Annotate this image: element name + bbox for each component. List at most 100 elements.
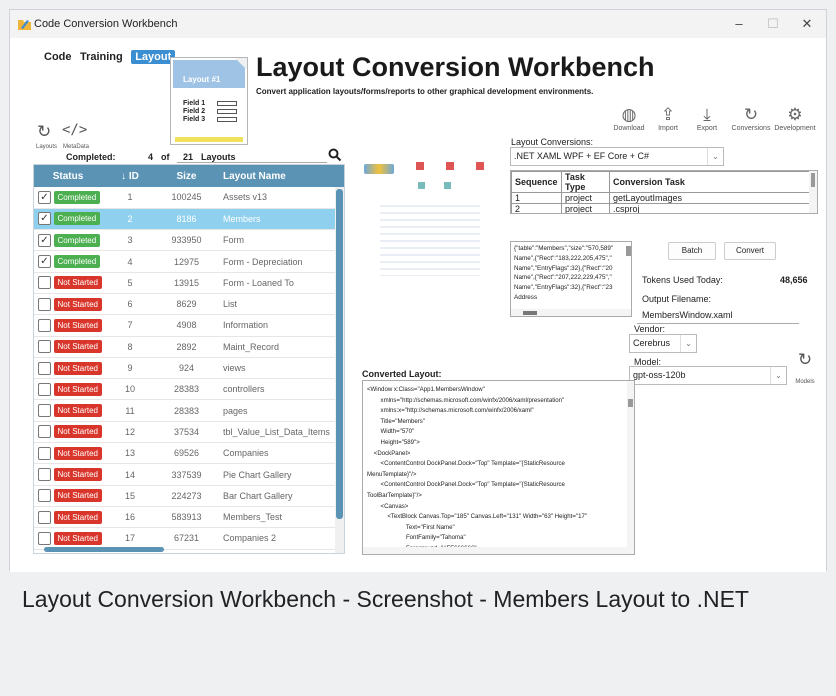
menu-layout[interactable]: Layout	[131, 50, 176, 64]
row-name: Form - Loaned To	[214, 272, 344, 294]
layout-search-box[interactable]: 21 Layouts	[177, 150, 327, 163]
output-filename-input[interactable]: MembersWindow.xaml	[637, 308, 799, 324]
row-checkbox[interactable]	[38, 510, 51, 524]
table-row[interactable]: Not Started 5 13915 Form - Loaned To	[34, 272, 344, 294]
row-checkbox[interactable]	[38, 446, 51, 460]
export-button[interactable]: ⤓ Export	[687, 105, 727, 132]
row-size: 924	[157, 357, 215, 380]
row-size: 2892	[157, 336, 215, 358]
page-caption: Layout Conversion Workbench - Screenshot…	[22, 586, 749, 612]
layouts-refresh-icon[interactable]: ↻	[37, 122, 51, 142]
table-row[interactable]: ✓ Completed 1 100245 Assets v13	[34, 187, 344, 209]
import-button[interactable]: ⇪ Import	[648, 105, 688, 132]
status-badge: Not Started	[53, 531, 102, 545]
minimize-button[interactable]: –	[722, 14, 756, 34]
table-row[interactable]: Not Started 12 37534 tbl_Value_List_Data_It…	[34, 421, 344, 444]
code-tags-icon[interactable]: </>	[62, 122, 87, 138]
maximize-button[interactable]: ☐	[756, 14, 790, 34]
row-checkbox[interactable]	[38, 361, 51, 375]
table-row[interactable]: Not Started 10 28383 controllers	[34, 378, 344, 401]
tasks-vscroll[interactable]	[809, 171, 817, 213]
table-row[interactable]: Not Started 15 224273 Bar Chart Gallery	[34, 485, 344, 507]
preview-title: Layout #1	[183, 75, 221, 84]
row-checkbox[interactable]	[38, 340, 51, 354]
row-checkbox[interactable]	[38, 489, 51, 503]
grid-vscroll[interactable]	[335, 187, 344, 553]
row-checkbox[interactable]	[38, 553, 51, 554]
row-checkbox[interactable]	[38, 382, 51, 396]
row-name: Assets v13	[214, 187, 344, 209]
row-checkbox[interactable]: ✓	[38, 255, 51, 269]
row-checkbox[interactable]: ✓	[38, 233, 51, 247]
col-name[interactable]: Layout Name	[214, 165, 344, 187]
gears-icon: ⚙	[787, 105, 803, 124]
table-row[interactable]: Not Started 13 69526 Companies	[34, 442, 344, 465]
row-size: 583913	[157, 506, 215, 529]
download-button[interactable]: ◍ Download	[609, 105, 649, 132]
task-row[interactable]: 1 project getLayoutImages	[511, 192, 817, 204]
status-badge: Not Started	[53, 382, 102, 396]
model-select[interactable]: gpt-oss-120b ⌄	[629, 366, 787, 385]
menu-code[interactable]: Code	[44, 51, 72, 63]
task-row[interactable]: 2 project .csproj	[511, 203, 817, 213]
row-checkbox[interactable]: ✓	[38, 212, 51, 226]
status-badge: Not Started	[53, 425, 102, 439]
conversion-select[interactable]: .NET XAML WPF + EF Core + C# ⌄	[510, 147, 724, 166]
table-row[interactable]: Not Started 16 583913 Members_Test	[34, 506, 344, 529]
row-size: 37534	[157, 421, 215, 444]
table-row[interactable]: ✓ Completed 4 12975 Form - Depreciation	[34, 250, 344, 273]
row-checkbox[interactable]	[38, 318, 51, 332]
row-id: 8	[101, 336, 158, 358]
task-name: .csproj	[609, 203, 817, 213]
col-status[interactable]: Status	[34, 165, 102, 187]
convert-button[interactable]: Convert	[724, 242, 776, 260]
vendor-select[interactable]: Cerebrus ⌄	[629, 334, 697, 353]
close-button[interactable]: ✕	[790, 14, 824, 34]
grid-hscroll-thumb[interactable]	[44, 547, 164, 552]
converted-code-view[interactable]: <Window x:Class="App1.MembersWindow" xml…	[362, 380, 635, 555]
status-badge: Not Started	[53, 340, 102, 354]
json-hscroll[interactable]	[511, 309, 631, 316]
row-id: 9	[101, 357, 158, 380]
row-size: 67231	[157, 527, 215, 550]
row-checkbox[interactable]	[38, 276, 51, 290]
table-row[interactable]: ✓ Completed 3 933950 Form	[34, 229, 344, 252]
table-row[interactable]: ✓ Completed 2 8186 Members	[34, 208, 344, 231]
row-checkbox[interactable]	[38, 297, 51, 311]
row-checkbox[interactable]	[38, 404, 51, 418]
status-badge: Not Started	[53, 468, 102, 481]
code-hscroll[interactable]	[363, 547, 634, 554]
json-vscroll-thumb[interactable]	[626, 246, 631, 256]
col-id[interactable]: ↓ ID	[101, 165, 158, 187]
row-checkbox[interactable]: ✓	[38, 190, 51, 204]
table-row[interactable]: Not Started 7 4908 Information	[34, 314, 344, 337]
row-size: 12975	[157, 250, 215, 273]
menu-training[interactable]: Training	[80, 51, 123, 63]
table-row[interactable]: Not Started 8 2892 Maint_Record	[34, 336, 344, 358]
table-row[interactable]: Not Started 14 337539 Pie Chart Gallery	[34, 463, 344, 486]
grid-vscroll-thumb[interactable]	[336, 189, 343, 519]
development-button[interactable]: ⚙ Development	[770, 105, 820, 132]
status-badge: Completed	[53, 190, 101, 204]
models-refresh-button[interactable]: ↻ Models	[790, 350, 820, 388]
row-checkbox[interactable]	[38, 468, 51, 481]
col-size[interactable]: Size	[157, 165, 215, 187]
status-badge: Not Started	[53, 404, 102, 418]
row-checkbox[interactable]	[38, 425, 51, 439]
table-row[interactable]: Not Started 9 924 views	[34, 357, 344, 380]
row-name: tbl_Value_List_Data_Items	[214, 421, 344, 444]
code-vscroll[interactable]	[627, 381, 634, 547]
of-label: of	[161, 152, 170, 162]
search-icon[interactable]	[328, 148, 342, 162]
batch-button[interactable]: Batch	[668, 242, 716, 260]
table-row[interactable]: Not Started 11 28383 pages	[34, 399, 344, 422]
layouts-word: Layouts	[201, 152, 236, 162]
row-id: 11	[101, 399, 158, 422]
row-size: 28383	[157, 399, 215, 422]
row-checkbox[interactable]	[38, 531, 51, 545]
table-row[interactable]: Not Started 17 67231 Companies 2	[34, 527, 344, 550]
table-row[interactable]: Not Started 6 8629 List	[34, 293, 344, 316]
layout-json-preview[interactable]: {"table":"Members","size":"570,589" Name…	[510, 241, 632, 317]
layouts-label: Layouts	[36, 144, 58, 150]
conversions-button[interactable]: ↻ Conversions	[728, 105, 774, 132]
